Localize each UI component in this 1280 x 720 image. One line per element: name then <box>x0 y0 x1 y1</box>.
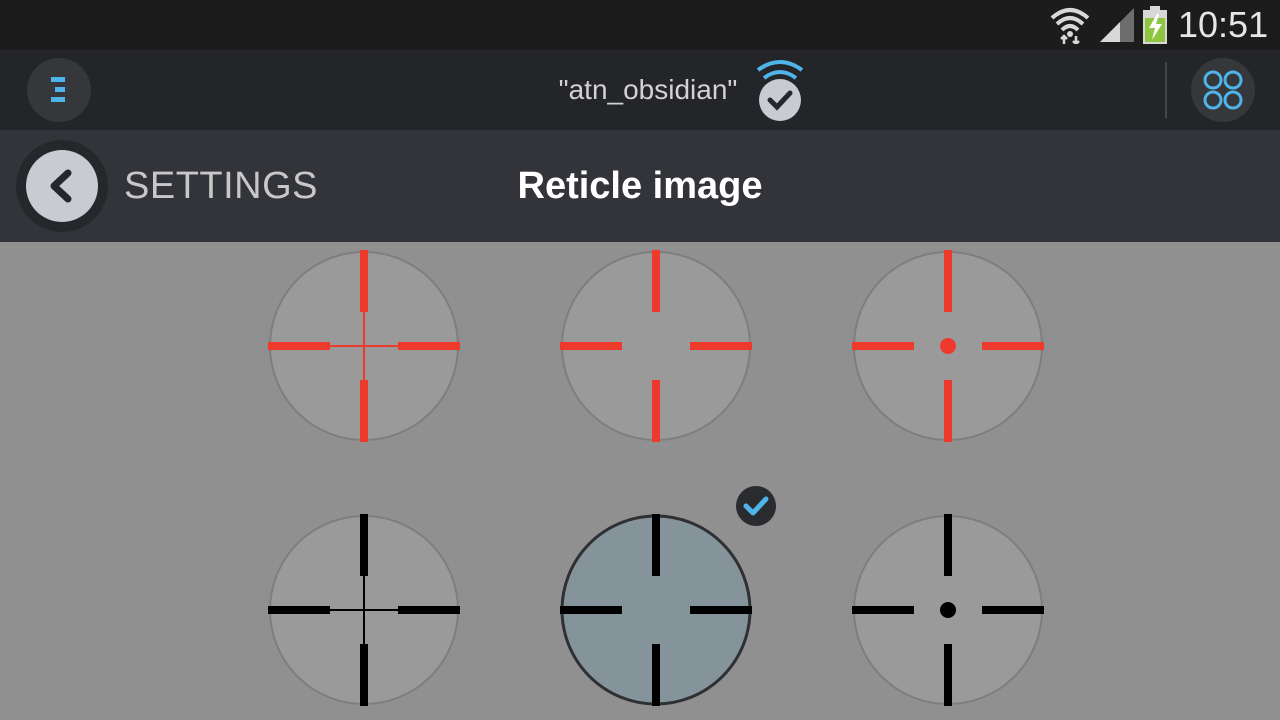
reticle-option-selected[interactable] <box>556 510 756 710</box>
back-button[interactable] <box>16 140 108 232</box>
reticle-center-dot <box>940 338 956 354</box>
reticle-post-left <box>560 606 622 614</box>
reticle-post-right <box>982 342 1044 350</box>
app-bar-divider <box>1165 62 1167 118</box>
reticle-post-bottom <box>944 380 952 442</box>
wifi-icon <box>1050 8 1090 44</box>
reticle-grid <box>0 242 1280 720</box>
reticle-option[interactable] <box>264 510 464 710</box>
back-label[interactable]: SETTINGS <box>124 164 318 208</box>
reticle-post-left <box>268 342 330 350</box>
reticle-post-left <box>268 606 330 614</box>
menu-icon <box>51 77 65 102</box>
apps-button[interactable] <box>1191 58 1255 122</box>
status-clock: 10:51 <box>1178 4 1269 45</box>
reticle-post-top <box>652 250 660 312</box>
reticle-post-top <box>652 514 660 576</box>
apps-grid-icon <box>1203 70 1243 110</box>
battery-charging-icon <box>1143 6 1167 44</box>
reticle-option[interactable] <box>848 510 1048 710</box>
selected-check-icon <box>736 486 776 526</box>
reticle-option[interactable] <box>848 246 1048 446</box>
nav-bar: SETTINGS Reticle image <box>0 130 1280 242</box>
reticle-post-right <box>690 342 752 350</box>
reticle-post-top <box>944 250 952 312</box>
reticle-center-dot <box>940 602 956 618</box>
reticle-post-top <box>360 514 368 576</box>
back-button-face <box>26 150 98 222</box>
reticle-post-top <box>944 514 952 576</box>
reticle-post-left <box>852 342 914 350</box>
reticle-post-top <box>360 250 368 312</box>
reticle-post-bottom <box>360 380 368 442</box>
page-title: Reticle image <box>517 165 763 207</box>
reticle-post-left <box>560 342 622 350</box>
device-name: "atn_obsidian" <box>558 74 738 105</box>
reticle-post-left <box>852 606 914 614</box>
reticle-post-bottom <box>652 644 660 706</box>
reticle-post-bottom <box>652 380 660 442</box>
reticle-option[interactable] <box>556 246 756 446</box>
app-bar: "atn_obsidian" <box>0 50 1280 130</box>
signal-icon <box>1100 8 1134 42</box>
reticle-post-bottom <box>944 644 952 706</box>
status-bar: 10:51 <box>0 0 1280 50</box>
reticle-post-right <box>690 606 752 614</box>
reticle-post-right <box>398 606 460 614</box>
reticle-option[interactable] <box>264 246 464 446</box>
reticle-post-right <box>398 342 460 350</box>
reticle-post-right <box>982 606 1044 614</box>
back-chevron-icon <box>50 169 72 203</box>
wifi-connected-check-icon[interactable] <box>754 56 806 126</box>
menu-button[interactable] <box>27 58 91 122</box>
reticle-post-bottom <box>360 644 368 706</box>
